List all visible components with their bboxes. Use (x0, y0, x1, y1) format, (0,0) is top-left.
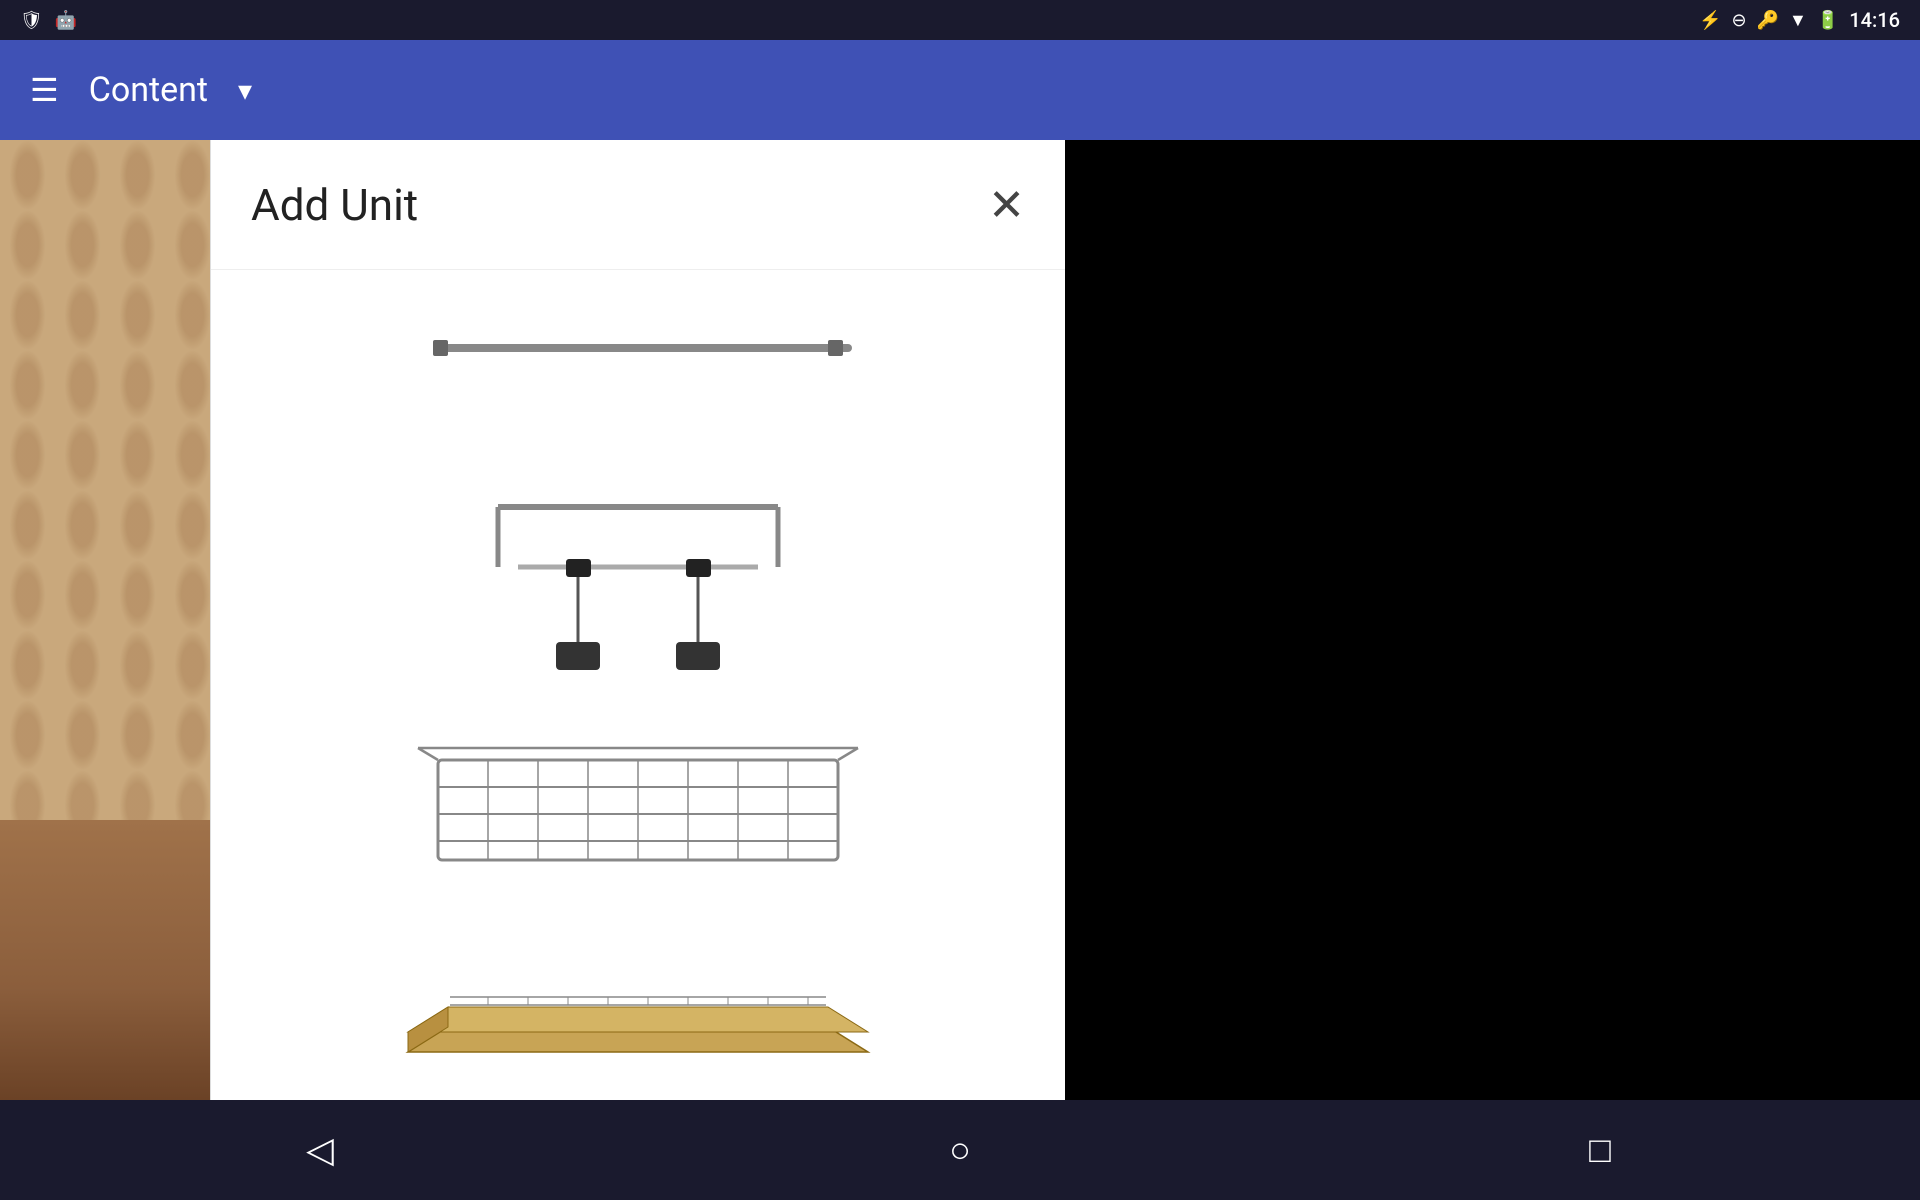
app-title: Content (89, 70, 208, 110)
back-button[interactable]: ◁ (280, 1110, 360, 1190)
shield-icon: 🛡 (20, 10, 43, 31)
status-time: 14:16 (1849, 8, 1900, 32)
dropdown-arrow-icon[interactable]: ▾ (238, 74, 252, 107)
list-item[interactable] (258, 290, 1018, 447)
battery-icon: 🔋 (1817, 10, 1839, 31)
panel-title: Add Unit (251, 179, 418, 231)
status-left-icons: 🛡 🤖 (20, 10, 77, 31)
list-item[interactable] (258, 727, 1018, 884)
app-bar: ☰ Content ▾ (0, 40, 1920, 140)
hamburger-menu-button[interactable]: ☰ (30, 71, 59, 109)
bottom-navigation: ◁ ○ □ (0, 1100, 1920, 1200)
list-item[interactable] (258, 487, 1018, 687)
status-bar: 🛡 🤖 ⚡ ⊖ 🔑 ▼ 🔋 14:16 (0, 0, 1920, 40)
android-icon: 🤖 (55, 10, 77, 31)
wifi-icon: ▼ (1789, 10, 1807, 31)
unit-items-list (211, 270, 1065, 1100)
pull-down-closet-rod-icon (438, 487, 838, 687)
bluetooth-icon: ⚡ (1699, 10, 1721, 31)
signal-icon: ⊖ (1731, 10, 1746, 31)
panel-header: Add Unit ✕ (211, 140, 1065, 270)
home-button[interactable]: ○ (920, 1110, 1000, 1190)
3d-view[interactable]: 100" 7" 24.37' 26" 37" 4.5" 4.5" 15" 6.9… (0, 140, 1065, 1100)
overview-button[interactable]: □ (1560, 1110, 1640, 1190)
vpn-icon: 🔑 (1757, 10, 1779, 31)
close-panel-button[interactable]: ✕ (988, 183, 1025, 227)
list-item[interactable] (258, 923, 1018, 1080)
status-right-area: ⚡ ⊖ 🔑 ▼ 🔋 14:16 (1699, 8, 1900, 32)
add-unit-panel: Add Unit ✕ (210, 140, 1065, 1100)
wire-shelf-icon (388, 932, 888, 1072)
pull-down-rod-icon (388, 298, 888, 438)
main-content: 100" 7" 24.37' 26" 37" 4.5" 4.5" 15" 6.9… (0, 140, 1920, 1200)
wire-basket-icon (388, 730, 888, 880)
